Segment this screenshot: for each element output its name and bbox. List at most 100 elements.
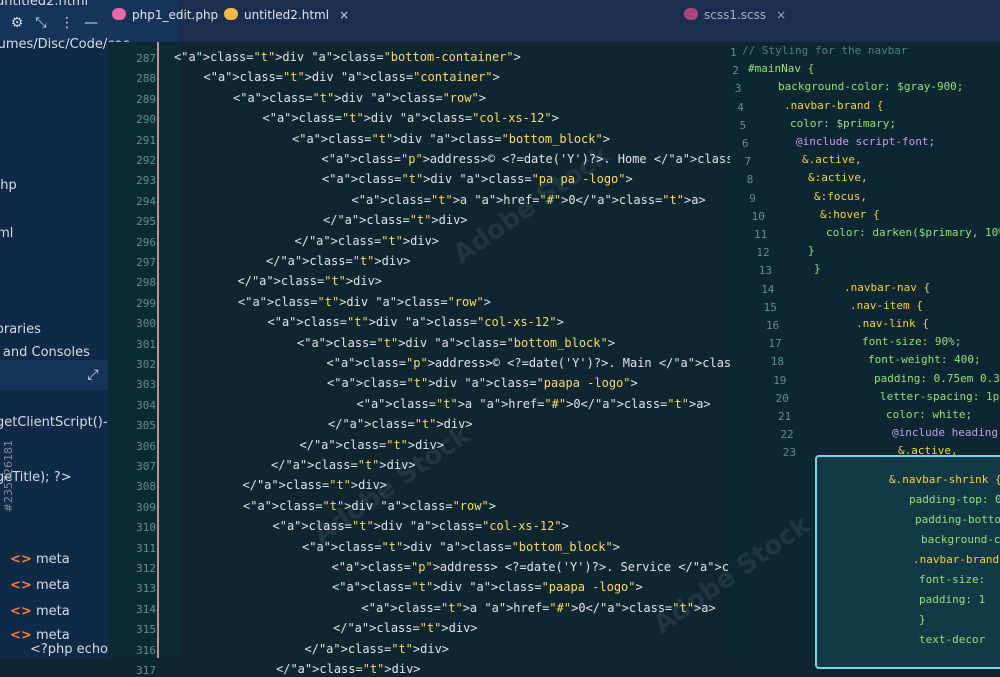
scss-line: background-color: $gray-900; [778, 80, 964, 94]
scss-line: font-size: [919, 573, 986, 586]
line-number: 295 [136, 215, 156, 229]
line-number: 317 [136, 664, 156, 677]
scss-line: color: $primary; [790, 116, 896, 130]
scss-line: font-size: 90%; [862, 335, 962, 349]
line-number: 305 [136, 419, 156, 433]
code-line: <"a">class="t">a "a">href="#">0</"a">cla… [356, 396, 711, 411]
scss-line: } [814, 262, 821, 276]
code-snippet: <> meta [10, 604, 70, 619]
line-number: 12 [756, 246, 770, 260]
scss-line: &:active, [808, 171, 868, 185]
scss-line: .navbar-nav { [844, 280, 931, 294]
line-number: 302 [136, 358, 156, 371]
scss-line: &.navbar-shrink { [889, 473, 1000, 486]
line-number: 289 [136, 92, 156, 106]
line-number: 20 [775, 391, 789, 405]
scss-line: color: darken($primary, 10%); [826, 226, 1000, 239]
code-line: </"a">class="t">div> [237, 274, 383, 289]
line-number: 303 [136, 378, 156, 392]
code-line: <"a">class="t">div "a">class="paapa -log… [327, 376, 638, 391]
line-number: 307 [136, 460, 156, 473]
code-snippet: <> meta [10, 552, 70, 567]
code-line: <"a">class="t">div "a">class="paapa -log… [332, 580, 643, 595]
scss-line: #mainNav { [748, 62, 815, 76]
code-line: <"a">class="t">div "a">class="bottom_blo… [297, 335, 615, 350]
line-number: 21 [778, 410, 792, 423]
scss-line: letter-spacing: 1px; [880, 389, 1000, 403]
sidebar-file-title: untitled2.html [0, 0, 89, 9]
line-number: 3 [734, 82, 742, 96]
line-number: 17 [768, 337, 782, 351]
code-line: <"a">class="t">div "a">class="col-xs-12"… [262, 111, 559, 126]
scss-line: // Styling for the navbar [742, 44, 908, 57]
scss-line: &.active, [802, 153, 862, 167]
line-number: 301 [136, 337, 156, 351]
line-number: 308 [136, 480, 156, 494]
line-number: 15 [763, 300, 777, 314]
line-number: 312 [136, 562, 156, 575]
line-number: 11 [754, 228, 768, 241]
close-icon[interactable]: × [339, 8, 349, 22]
line-number: 292 [136, 154, 156, 167]
tree-item[interactable]: tml [0, 226, 13, 241]
expand-icon[interactable]: ⤢ [84, 366, 102, 384]
scss-line: .navbar-brand { [913, 553, 1000, 566]
code-line: <"a">class="t">div "a">class="row"> [233, 90, 486, 105]
line-number: 309 [136, 500, 156, 514]
tab-bar: php1_edit.php× untitled2.html× scss1.scs… [112, 0, 1000, 42]
minimize-icon[interactable]: — [82, 14, 100, 32]
indent-guide [157, 42, 159, 658]
line-number: 315 [136, 623, 156, 637]
tree-item[interactable]: php [0, 178, 17, 193]
line-number: 299 [136, 296, 156, 310]
line-number: 294 [136, 194, 156, 208]
line-number: 19 [773, 373, 787, 387]
line-number: 23 [782, 446, 797, 460]
scss-line: padding-bottom: 0; [915, 513, 1000, 526]
scss-line: padding: 0.75em 0.3em; [874, 371, 1000, 385]
scss-line: padding-top: 0; [909, 493, 1000, 506]
line-number: 4 [737, 100, 744, 114]
more-icon[interactable]: ⋮ [58, 14, 76, 32]
line-number: 314 [136, 602, 156, 616]
tree-item[interactable]: ibraries [0, 322, 41, 337]
line-number: 304 [136, 398, 156, 412]
line-number: 297 [136, 256, 156, 269]
collapse-icon[interactable]: ⤡ [32, 14, 50, 32]
file-icon [224, 8, 238, 20]
line-number: 7 [744, 155, 752, 169]
code-line: </"a">class="t">div> [333, 621, 478, 636]
line-number: 14 [761, 282, 775, 296]
line-number: 296 [136, 235, 156, 249]
code-line: <"a">class="t">div "a">class="row"> [238, 294, 491, 309]
settings-icon[interactable]: ⚙ [8, 14, 26, 32]
scss-line: &:focus, [814, 189, 867, 203]
close-icon[interactable]: × [776, 8, 786, 22]
code-line: </"a">class="t">div> [323, 213, 468, 228]
minimap-popup: &.navbar-shrink { padding-top: 0; padding-… [815, 455, 1000, 669]
line-number: 290 [136, 113, 156, 127]
tab-untitled2[interactable]: untitled2.html × [224, 8, 349, 38]
line-number: 293 [136, 174, 156, 188]
line-number: 8 [746, 173, 754, 187]
scss-line: .nav-item { [850, 298, 923, 312]
code-line: </"a">class="t">div> [304, 641, 450, 656]
scss-line: padding: 1 [919, 593, 986, 606]
line-number: 13 [758, 264, 773, 278]
scss-line: text-decor [919, 633, 986, 646]
line-number: 288 [136, 72, 156, 86]
scss-line: } [808, 244, 815, 258]
line-number: 316 [136, 643, 156, 657]
line-number: 300 [136, 317, 156, 331]
line-number: 313 [136, 582, 156, 596]
tab-label: php1_edit.php [132, 8, 219, 22]
code-line: </"a">class="t">div> [266, 254, 411, 268]
tab-scss1[interactable]: scss1.scss × [684, 8, 786, 38]
tab-label: untitled2.html [244, 8, 330, 22]
scss-line: &:hover { [820, 207, 880, 221]
code-editor[interactable]: <"a">class="t">div "a">class="bottom-con… [160, 42, 852, 676]
line-number: 10 [751, 209, 765, 223]
code-line: </"a">class="t">div> [276, 662, 421, 676]
tab-php1-edit[interactable]: php1_edit.php× [112, 8, 238, 38]
tree-item[interactable]: s and Consoles [0, 345, 90, 360]
